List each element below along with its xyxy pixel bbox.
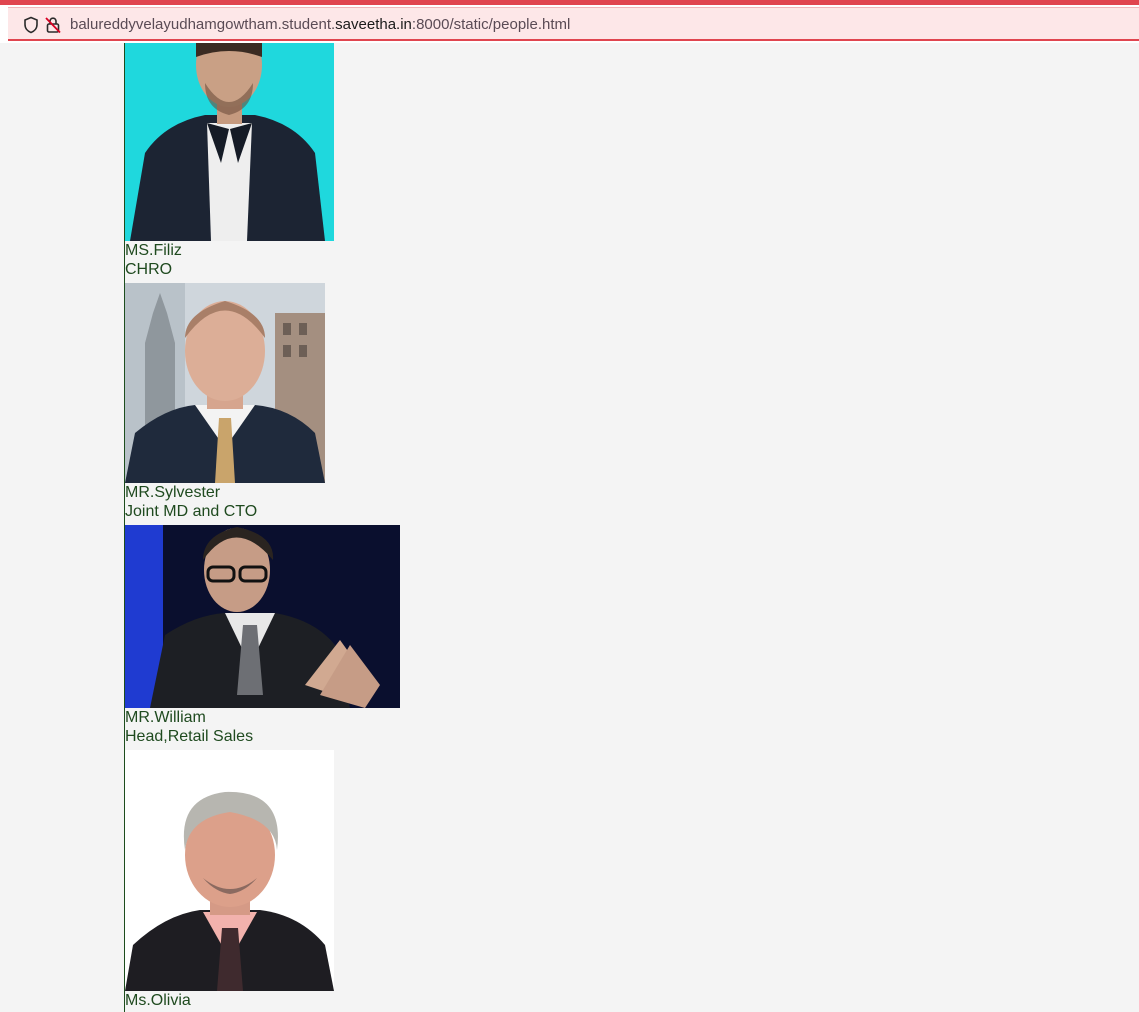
person-photo [125,525,400,708]
shield-icon[interactable] [22,16,40,34]
person-photo [125,43,334,241]
person-card: Ms.Olivia [125,750,334,1010]
person-name: MR.William [125,709,206,726]
page-content: MS.Filiz CHRO MR.Sylvester Joint MD and … [0,43,1139,1012]
person-photo [125,750,334,991]
person-card: MS.Filiz CHRO [125,43,334,279]
person-name: Ms.Olivia [125,992,191,1009]
person-title: Joint MD and CTO [125,503,258,520]
url-prefix: balureddyvelayudhamgowtham.student. [70,16,336,33]
person-card: MR.Sylvester Joint MD and CTO [125,283,325,521]
person-name: MS.Filiz [125,242,182,259]
address-bar[interactable]: balureddyvelayudhamgowtham.student.savee… [8,7,1139,41]
person-card: MR.William Head,Retail Sales [125,525,400,746]
browser-toolbar: balureddyvelayudhamgowtham.student.savee… [0,5,1139,43]
person-name: MR.Sylvester [125,484,221,501]
person-title: CHRO [125,261,173,278]
insecure-lock-icon[interactable] [44,16,62,34]
url-text[interactable]: balureddyvelayudhamgowtham.student.savee… [70,16,570,34]
person-title: Head,Retail Sales [125,728,254,745]
url-suffix: :8000/static/people.html [411,16,571,33]
person-photo [125,283,325,483]
url-domain: saveetha.in [335,16,412,33]
